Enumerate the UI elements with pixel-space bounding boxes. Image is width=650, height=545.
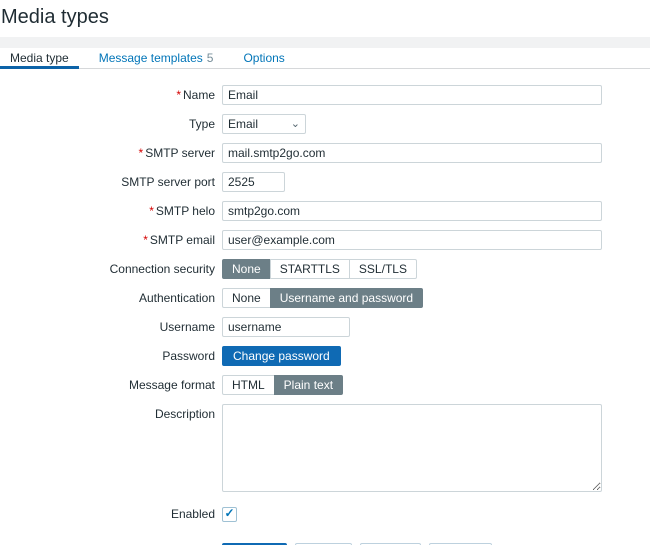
- authentication-option-username-password[interactable]: Username and password: [270, 288, 423, 308]
- enabled-checkbox[interactable]: ✓: [222, 507, 237, 522]
- authentication-segmented: None Username and password: [222, 288, 423, 308]
- message-format-option-html[interactable]: HTML: [222, 375, 275, 395]
- tab-media-type[interactable]: Media type: [8, 48, 71, 68]
- message-format-option-plain-text[interactable]: Plain text: [274, 375, 343, 395]
- connection-security-option-none[interactable]: None: [222, 259, 271, 279]
- smtp-email-input[interactable]: [222, 230, 602, 250]
- connection-security-option-starttls[interactable]: STARTTLS: [270, 259, 350, 279]
- required-marker: *: [176, 88, 181, 102]
- authentication-row: Authentication None Username and passwor…: [0, 288, 650, 308]
- connection-security-row: Connection security None STARTTLS SSL/TL…: [0, 259, 650, 279]
- header-divider-strip: [0, 37, 650, 48]
- type-label: Type: [0, 114, 215, 134]
- username-row: Username: [0, 317, 650, 337]
- chevron-down-icon: ⌄: [291, 119, 300, 130]
- password-row: Password Change password: [0, 346, 650, 366]
- smtp-port-label: SMTP server port: [0, 172, 215, 192]
- page-title: Media types: [1, 5, 650, 29]
- smtp-port-row: SMTP server port: [0, 172, 650, 192]
- tab-message-templates[interactable]: Message templates 5: [97, 48, 216, 68]
- connection-security-option-ssltls[interactable]: SSL/TLS: [349, 259, 417, 279]
- connection-security-segmented: None STARTTLS SSL/TLS: [222, 259, 417, 279]
- smtp-helo-row: *SMTP helo: [0, 201, 650, 221]
- smtp-email-row: *SMTP email: [0, 230, 650, 250]
- type-select[interactable]: Email ⌄: [222, 114, 306, 134]
- smtp-helo-label: *SMTP helo: [0, 201, 215, 221]
- smtp-server-row: *SMTP server: [0, 143, 650, 163]
- message-format-row: Message format HTML Plain text: [0, 375, 650, 395]
- smtp-server-input[interactable]: [222, 143, 602, 163]
- description-row: Description: [0, 404, 650, 492]
- tab-message-templates-label: Message templates: [99, 51, 203, 65]
- smtp-server-label: *SMTP server: [0, 143, 215, 163]
- required-marker: *: [149, 204, 154, 218]
- message-format-segmented: HTML Plain text: [222, 375, 343, 395]
- tab-options[interactable]: Options: [241, 48, 286, 68]
- type-row: Type Email ⌄: [0, 114, 650, 134]
- description-label: Description: [0, 404, 215, 424]
- enabled-row: Enabled ✓: [0, 504, 650, 524]
- required-marker: *: [139, 146, 144, 160]
- tab-message-templates-count: 5: [207, 51, 214, 65]
- required-marker: *: [143, 233, 148, 247]
- tab-bar: Media type Message templates 5 Options: [0, 48, 650, 69]
- password-label: Password: [0, 346, 215, 366]
- type-select-value: Email: [228, 117, 258, 131]
- name-row: *Name: [0, 85, 650, 105]
- enabled-label: Enabled: [0, 504, 215, 524]
- username-label: Username: [0, 317, 215, 337]
- description-textarea[interactable]: [222, 404, 602, 492]
- checkmark-icon: ✓: [224, 507, 234, 519]
- authentication-option-none[interactable]: None: [222, 288, 271, 308]
- footer-buttons-row: Update Clone Delete Cancel: [0, 533, 650, 545]
- message-format-label: Message format: [0, 375, 215, 395]
- media-type-form: *Name Type Email ⌄ *SMTP server SMTP ser…: [0, 69, 650, 545]
- change-password-button[interactable]: Change password: [222, 346, 341, 366]
- name-input[interactable]: [222, 85, 602, 105]
- smtp-helo-input[interactable]: [222, 201, 602, 221]
- smtp-port-input[interactable]: [222, 172, 285, 192]
- smtp-email-label: *SMTP email: [0, 230, 215, 250]
- username-input[interactable]: [222, 317, 350, 337]
- name-label: *Name: [0, 85, 215, 105]
- connection-security-label: Connection security: [0, 259, 215, 279]
- authentication-label: Authentication: [0, 288, 215, 308]
